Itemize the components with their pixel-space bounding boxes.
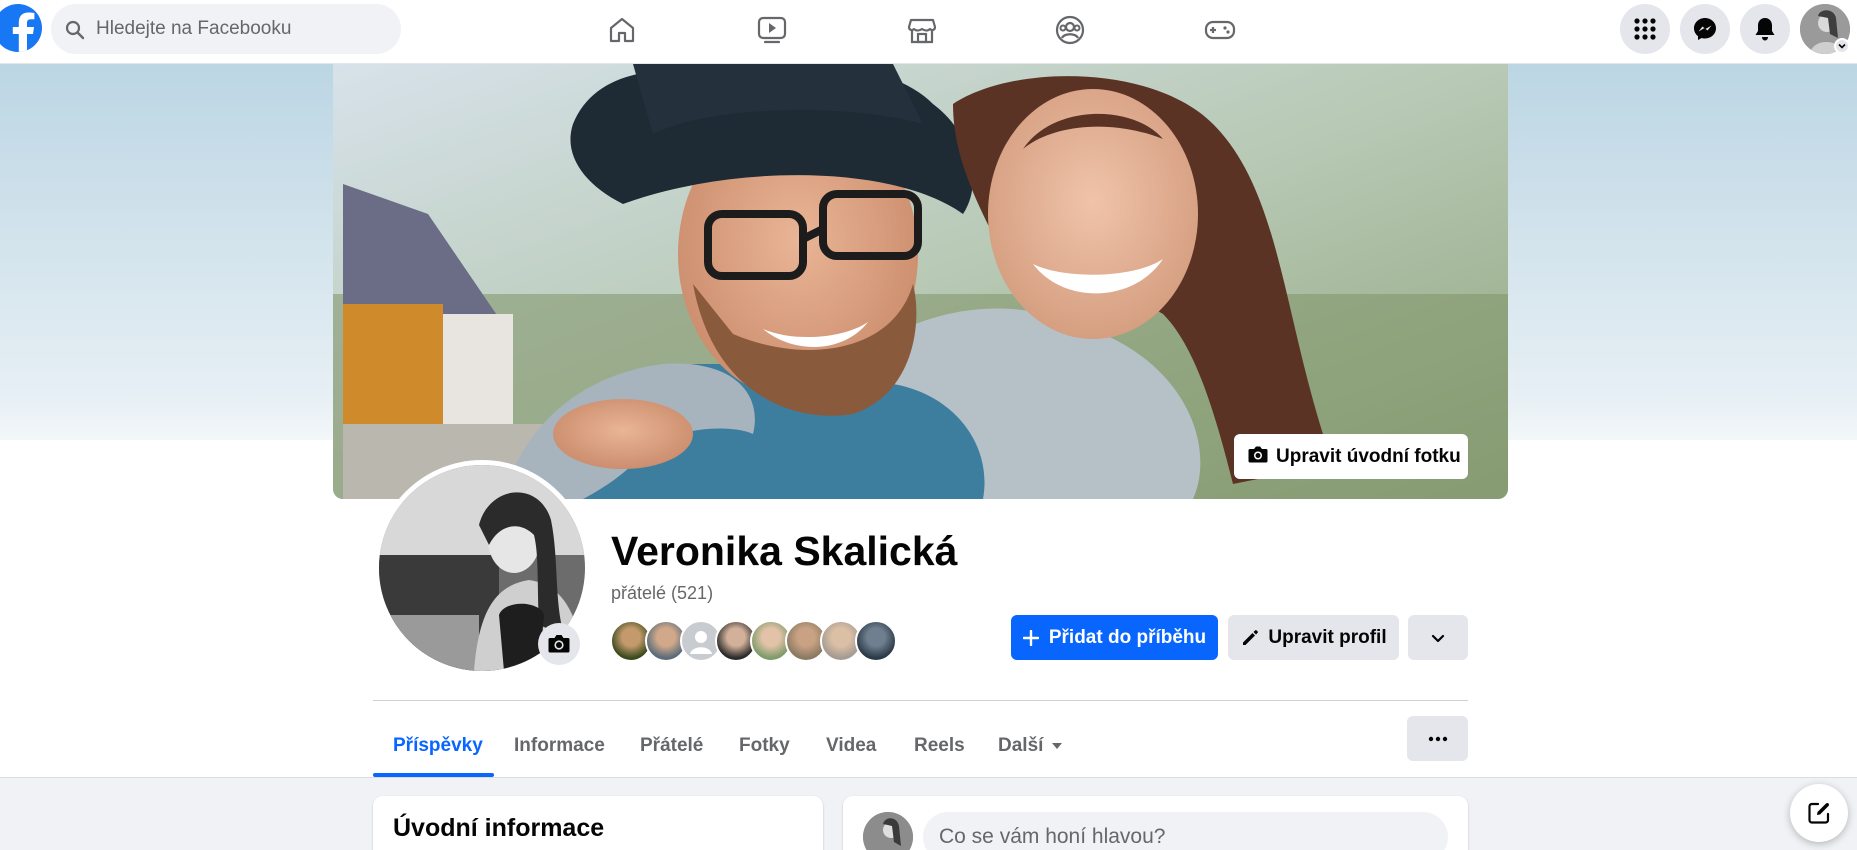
chevron-down-icon[interactable] [1834,38,1850,54]
tab-reels[interactable]: Reels [914,716,965,776]
composer-avatar[interactable] [863,812,913,850]
edit-profile-button[interactable]: Upravit profil [1228,615,1399,660]
header-bottom-border [0,777,1857,778]
marketplace-icon[interactable] [902,10,942,50]
search-input[interactable] [96,4,386,54]
post-composer-card [843,796,1468,850]
search-box[interactable] [51,4,401,54]
tab-more[interactable]: Další [998,716,1063,776]
notifications-icon[interactable] [1740,4,1790,54]
gaming-icon[interactable] [1200,10,1240,50]
profile-name: Veronika Skalická [611,528,958,574]
tab-friends[interactable]: Přátelé [640,716,703,776]
search-icon [65,20,85,45]
edit-profile-label: Upravit profil [1268,626,1387,648]
tab-about[interactable]: Informace [514,716,605,776]
pencil-icon [1240,628,1260,648]
edit-cover-photo-button[interactable]: Upravit úvodní fotku [1234,434,1468,479]
camera-icon [548,633,570,656]
intro-title: Úvodní informace [393,814,605,842]
groups-icon[interactable] [1050,10,1090,50]
profile-options-button[interactable] [1407,716,1468,761]
caret-down-icon [1051,742,1063,750]
video-icon[interactable] [752,10,792,50]
top-navigation-bar [0,0,1857,64]
edit-cover-label: Upravit úvodní fotku [1276,445,1461,467]
home-icon[interactable] [602,10,642,50]
header-divider [373,700,1468,701]
friend-avatar[interactable] [855,620,897,662]
update-profile-picture-button[interactable] [538,623,580,665]
tab-photos[interactable]: Fotky [739,716,790,776]
profile-more-dropdown-button[interactable] [1408,615,1468,660]
chevron-down-icon [1430,630,1446,646]
new-message-button[interactable] [1790,784,1848,842]
friends-count-link[interactable]: přátelé (521) [611,583,713,604]
compose-icon [1806,800,1832,826]
facebook-logo-icon[interactable] [0,4,42,52]
friend-avatar-stack [610,620,910,662]
plus-icon [1022,629,1039,646]
tab-videos[interactable]: Videa [826,716,876,776]
menu-grid-icon[interactable] [1620,4,1670,54]
messenger-icon[interactable] [1680,4,1730,54]
add-to-story-label: Přidat do příběhu [1048,626,1207,648]
composer-input[interactable] [923,812,1448,850]
camera-icon [1248,445,1268,469]
add-to-story-button[interactable]: Přidat do příběhu [1011,615,1218,660]
more-dots-icon [1428,736,1448,742]
tab-posts[interactable]: Příspěvky [393,716,483,776]
intro-card: Úvodní informace [373,796,823,850]
